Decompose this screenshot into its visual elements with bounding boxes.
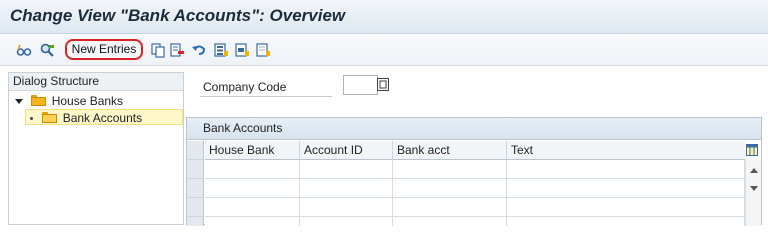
tree-item-bank-accounts[interactable]: Bank Accounts <box>25 109 183 125</box>
window-title: Change View "Bank Accounts": Overview <box>10 6 346 25</box>
expand-triangle-icon[interactable] <box>15 99 23 104</box>
row-selector[interactable] <box>187 198 204 217</box>
table-cell[interactable] <box>393 217 507 226</box>
table-cell[interactable] <box>205 217 300 226</box>
column-header-account-id[interactable]: Account ID <box>300 141 393 160</box>
table-cell[interactable] <box>300 160 393 179</box>
undo-change-icon[interactable] <box>191 42 207 58</box>
table-cell[interactable] <box>300 217 393 226</box>
deselect-all-icon[interactable] <box>255 42 271 58</box>
table-cell[interactable] <box>205 160 300 179</box>
new-entries-button[interactable]: New Entries <box>65 39 143 60</box>
delete-icon[interactable] <box>169 42 185 58</box>
row-selector[interactable] <box>187 160 204 179</box>
other-view-icon[interactable] <box>39 42 55 58</box>
dialog-structure-panel: Dialog Structure House Banks Bank Accoun… <box>8 72 184 225</box>
column-header-house-bank[interactable]: House Bank <box>205 141 300 160</box>
table-cell[interactable] <box>393 198 507 217</box>
value-help-icon[interactable] <box>377 78 389 91</box>
open-folder-icon <box>42 112 58 123</box>
company-code-underline <box>200 96 332 97</box>
select-all-rows-cell[interactable] <box>187 141 204 160</box>
tree-item-label: House Banks <box>51 94 124 108</box>
table-cell[interactable] <box>300 198 393 217</box>
table-cell[interactable] <box>507 198 745 217</box>
table-caption: Bank Accounts <box>187 118 761 140</box>
table-cell[interactable] <box>205 198 300 217</box>
column-header-bank-acct[interactable]: Bank acct <box>393 141 507 160</box>
select-block-icon[interactable] <box>234 42 250 58</box>
display-change-icon[interactable] <box>16 42 32 58</box>
title-bar: Change View "Bank Accounts": Overview <box>0 0 768 34</box>
table-cell[interactable] <box>507 179 745 198</box>
vertical-scrollbar[interactable] <box>745 160 761 226</box>
row-selector[interactable] <box>187 179 204 198</box>
folder-icon <box>31 95 47 106</box>
bank-accounts-table: Bank Accounts House Bank Account ID Bank… <box>186 117 762 226</box>
scroll-up-icon[interactable] <box>750 168 758 173</box>
application-toolbar: New Entries <box>0 34 768 66</box>
copy-as-icon[interactable] <box>150 42 166 58</box>
table-cell[interactable] <box>507 160 745 179</box>
table-cell[interactable] <box>393 160 507 179</box>
tree-item-house-banks[interactable]: House Banks <box>15 93 123 109</box>
company-code-input[interactable] <box>343 75 378 95</box>
company-code-label: Company Code <box>203 80 287 94</box>
table-cell[interactable] <box>300 179 393 198</box>
table-cell[interactable] <box>507 217 745 226</box>
scroll-down-icon[interactable] <box>750 186 758 191</box>
column-header-text[interactable]: Text <box>507 141 745 160</box>
select-all-icon[interactable] <box>213 42 229 58</box>
row-selector[interactable] <box>187 217 204 226</box>
table-cell[interactable] <box>393 179 507 198</box>
tree-item-label: Bank Accounts <box>62 111 143 125</box>
table-cell[interactable] <box>205 179 300 198</box>
tree-bullet-icon <box>30 117 33 120</box>
table-settings-icon[interactable] <box>746 144 758 156</box>
dialog-structure-header: Dialog Structure <box>9 73 183 91</box>
